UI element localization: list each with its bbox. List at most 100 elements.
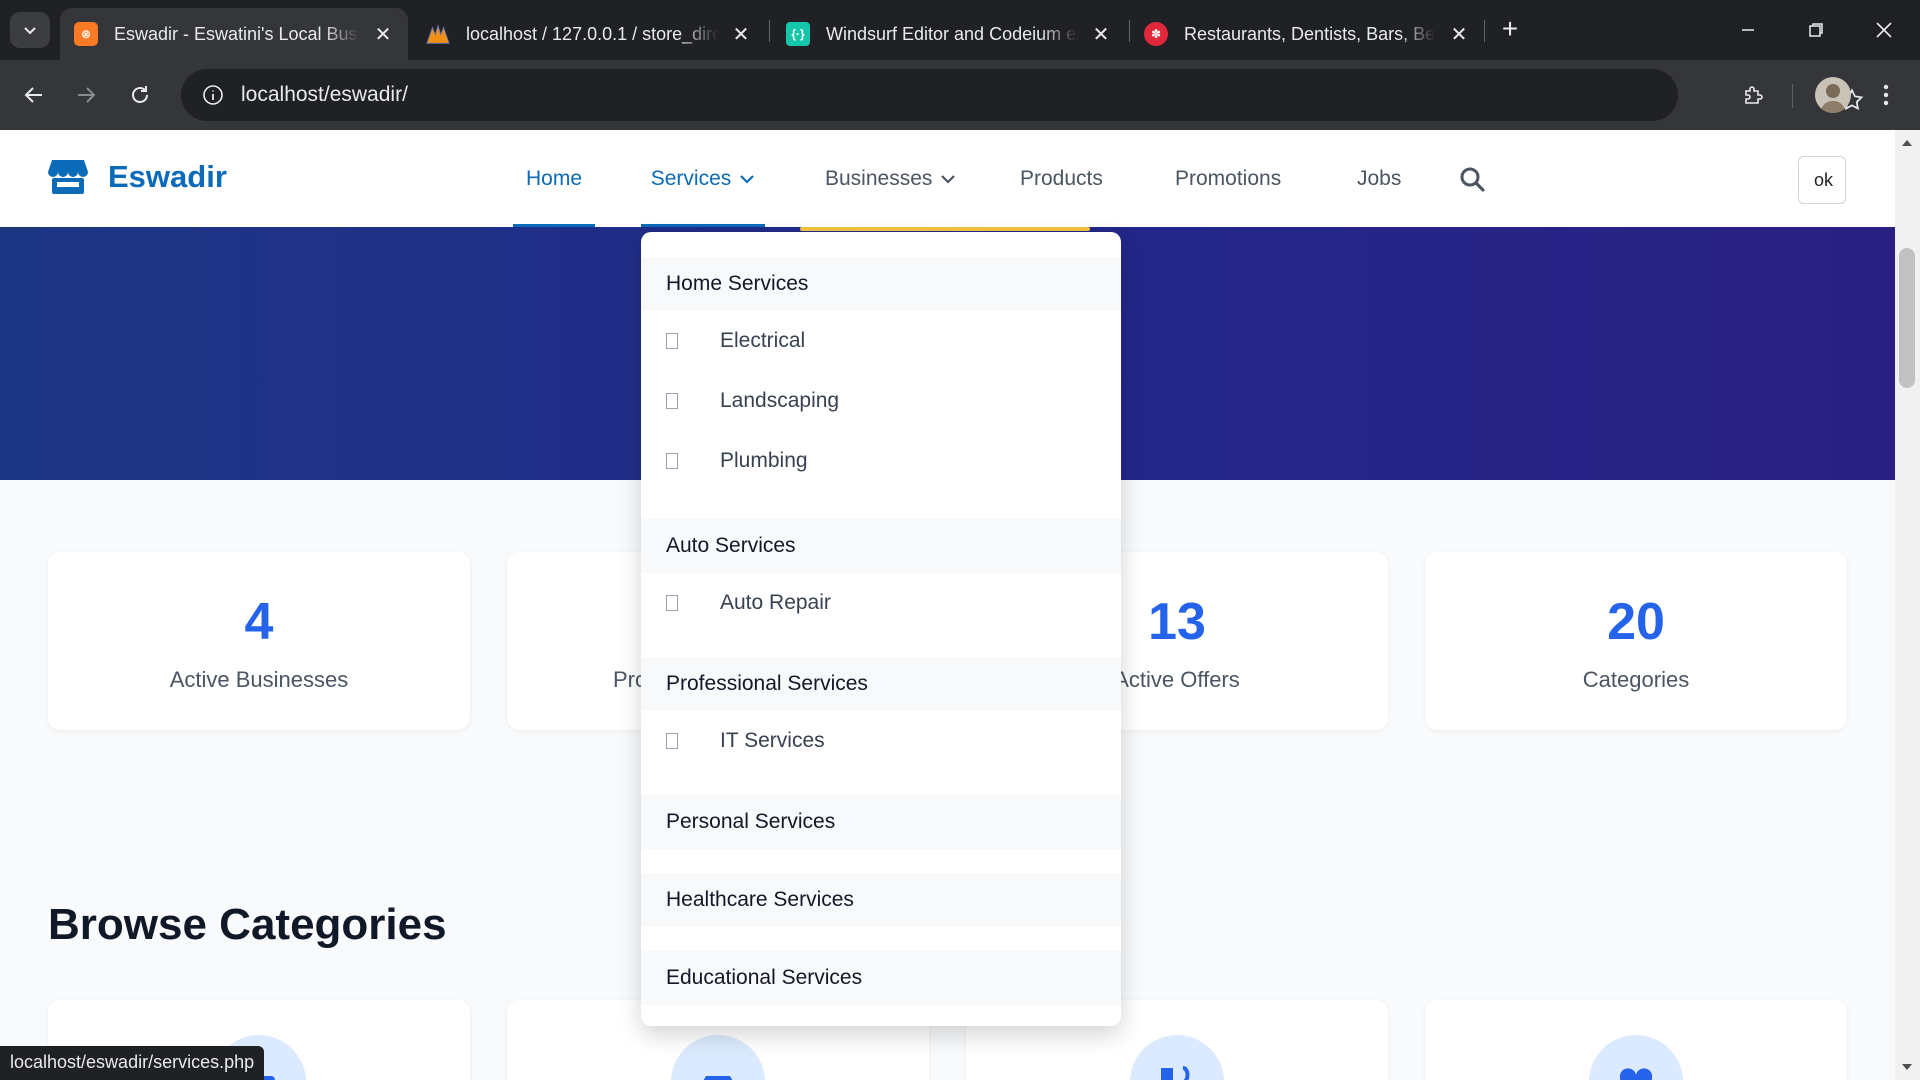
url-text: localhost/eswadir/ [241, 83, 408, 106]
dropdown-heading-educational-services[interactable]: Educational Services [641, 951, 1121, 1005]
xampp-icon: ⊗ [74, 22, 98, 46]
address-bar[interactable]: localhost/eswadir/ [181, 69, 1864, 121]
browser-menu-button[interactable] [1868, 77, 1904, 113]
search-icon[interactable] [1459, 166, 1485, 197]
yelp-icon: ✽ [1144, 22, 1168, 46]
dropdown-item-electrical[interactable]: Electrical [641, 311, 1121, 371]
tab-separator [769, 20, 770, 42]
browser-tab-strip: ⊗ Eswadir - Eswatini's Local Business Di… [0, 0, 1920, 60]
tab-yelp[interactable]: ✽ Restaurants, Dentists, Bars, Beauty Sa… [1130, 8, 1484, 60]
nav-home[interactable]: Home [513, 130, 595, 227]
link-status-bar: localhost/eswadir/services.php [0, 1046, 265, 1080]
scrollbar-thumb[interactable] [1899, 248, 1915, 388]
tab-windsurf[interactable]: {·} Windsurf Editor and Codeium extensio… [772, 8, 1126, 60]
dropdown-spacer [641, 491, 1121, 519]
tab-title: Restaurants, Dentists, Bars, Beauty Salo… [1184, 23, 1436, 44]
chevron-down-icon [24, 27, 36, 35]
nav-jobs-label: Jobs [1357, 166, 1402, 190]
dropdown-item-landscaping[interactable]: Landscaping [641, 371, 1121, 431]
nav-promotions[interactable]: Promotions [1175, 130, 1281, 227]
close-window-button[interactable] [1864, 12, 1904, 48]
profile-avatar[interactable] [1815, 77, 1851, 113]
tab-separator [1484, 20, 1485, 42]
nav-businesses-label: Businesses [825, 166, 933, 190]
dropdown-item-plumbing[interactable]: Plumbing [641, 431, 1121, 491]
missing-glyph-icon [666, 453, 678, 469]
scroll-down-arrow-icon[interactable] [1902, 1064, 1912, 1070]
extensions-button[interactable] [1736, 77, 1772, 113]
missing-glyph-icon [666, 333, 678, 349]
stat-card-categories: 20 Categories [1425, 552, 1847, 730]
kebab-menu-icon [1883, 84, 1889, 106]
nav-jobs[interactable]: Jobs [1357, 130, 1401, 227]
dropdown-heading-home-services[interactable]: Home Services [641, 257, 1121, 311]
nav-home-label: Home [525, 166, 583, 190]
stat-value: 20 [1607, 593, 1665, 651]
close-icon[interactable]: ✕ [1090, 22, 1112, 47]
missing-glyph-icon [666, 733, 678, 749]
page-viewport: Eswadir Home Services Businesses Product… [0, 130, 1895, 1080]
category-card[interactable] [1425, 1000, 1847, 1080]
nav-services[interactable]: Services [641, 130, 765, 227]
minimize-button[interactable] [1728, 12, 1768, 48]
page-scrollbar[interactable] [1895, 130, 1920, 1080]
windsurf-icon: {·} [786, 22, 810, 46]
store-icon [48, 160, 88, 194]
chevron-down-icon [740, 174, 755, 184]
site-logo[interactable]: Eswadir [48, 158, 227, 196]
dropdown-item-label: Plumbing [720, 449, 808, 472]
car-icon [694, 1060, 742, 1080]
dropdown-spacer [641, 927, 1121, 951]
dropdown-item-label: Auto Repair [720, 591, 831, 614]
dropdown-spacer [641, 849, 1121, 873]
browser-toolbar: localhost/eswadir/ [0, 60, 1920, 130]
nav-businesses[interactable]: Businesses [825, 130, 956, 227]
browse-categories-title: Browse Categories [48, 900, 447, 949]
tab-title: Windsurf Editor and Codeium extensions [826, 23, 1078, 44]
dropdown-heading-personal-services[interactable]: Personal Services [641, 795, 1121, 849]
dropdown-item-label: Electrical [720, 329, 806, 352]
tab-title: localhost / 127.0.0.1 / store_directory [466, 23, 718, 44]
reload-button[interactable] [122, 77, 158, 113]
puzzle-icon [1745, 86, 1763, 104]
back-button[interactable] [16, 77, 52, 113]
site-info-icon[interactable] [195, 77, 231, 113]
dropdown-heading-healthcare-services[interactable]: Healthcare Services [641, 873, 1121, 927]
reload-icon [132, 86, 148, 103]
restore-button[interactable] [1796, 12, 1836, 48]
new-tab-button[interactable]: + [1494, 14, 1526, 46]
dropdown-item-label: Landscaping [720, 389, 840, 412]
close-icon[interactable]: ✕ [372, 22, 394, 47]
tab-title: Eswadir - Eswatini's Local Business Dire… [114, 23, 360, 44]
tab-phpmyadmin[interactable]: localhost / 127.0.0.1 / store_directory … [412, 8, 766, 60]
stat-label: Categories [1582, 667, 1690, 692]
tab-eswadir[interactable]: ⊗ Eswadir - Eswatini's Local Business Di… [60, 8, 408, 60]
heart-icon [1612, 1060, 1660, 1080]
avatar-alt-text: ok [1814, 170, 1834, 190]
close-icon[interactable]: ✕ [730, 22, 752, 47]
hero-badge [800, 227, 1090, 231]
stat-card-businesses: 4 Active Businesses [48, 552, 470, 730]
services-dropdown-menu: Home Services Electrical Landscaping Plu… [641, 232, 1121, 1026]
dropdown-heading-auto-services[interactable]: Auto Services [641, 519, 1121, 573]
stat-label: Active Businesses [169, 667, 349, 692]
missing-glyph-icon [666, 595, 678, 611]
nav-promotions-label: Promotions [1175, 166, 1282, 190]
missing-glyph-icon [666, 393, 678, 409]
arrow-left-icon [24, 87, 42, 103]
user-avatar[interactable]: ok [1798, 156, 1846, 204]
dropdown-item-auto-repair[interactable]: Auto Repair [641, 573, 1121, 633]
toolbar-divider [1792, 84, 1793, 108]
close-icon[interactable]: ✕ [1448, 22, 1470, 47]
minimize-icon [1742, 29, 1754, 31]
dropdown-item-it-services[interactable]: IT Services [641, 711, 1121, 771]
dropdown-heading-professional-services[interactable]: Professional Services [641, 657, 1121, 711]
site-header: Eswadir Home Services Businesses Product… [0, 130, 1895, 227]
nav-products[interactable]: Products [1020, 130, 1103, 227]
scroll-up-arrow-icon[interactable] [1902, 140, 1912, 146]
forward-button[interactable] [68, 77, 104, 113]
tab-search-button[interactable] [10, 12, 50, 48]
phpmyadmin-icon [426, 22, 450, 46]
dropdown-spacer [641, 633, 1121, 657]
stat-value: 4 [244, 593, 274, 651]
